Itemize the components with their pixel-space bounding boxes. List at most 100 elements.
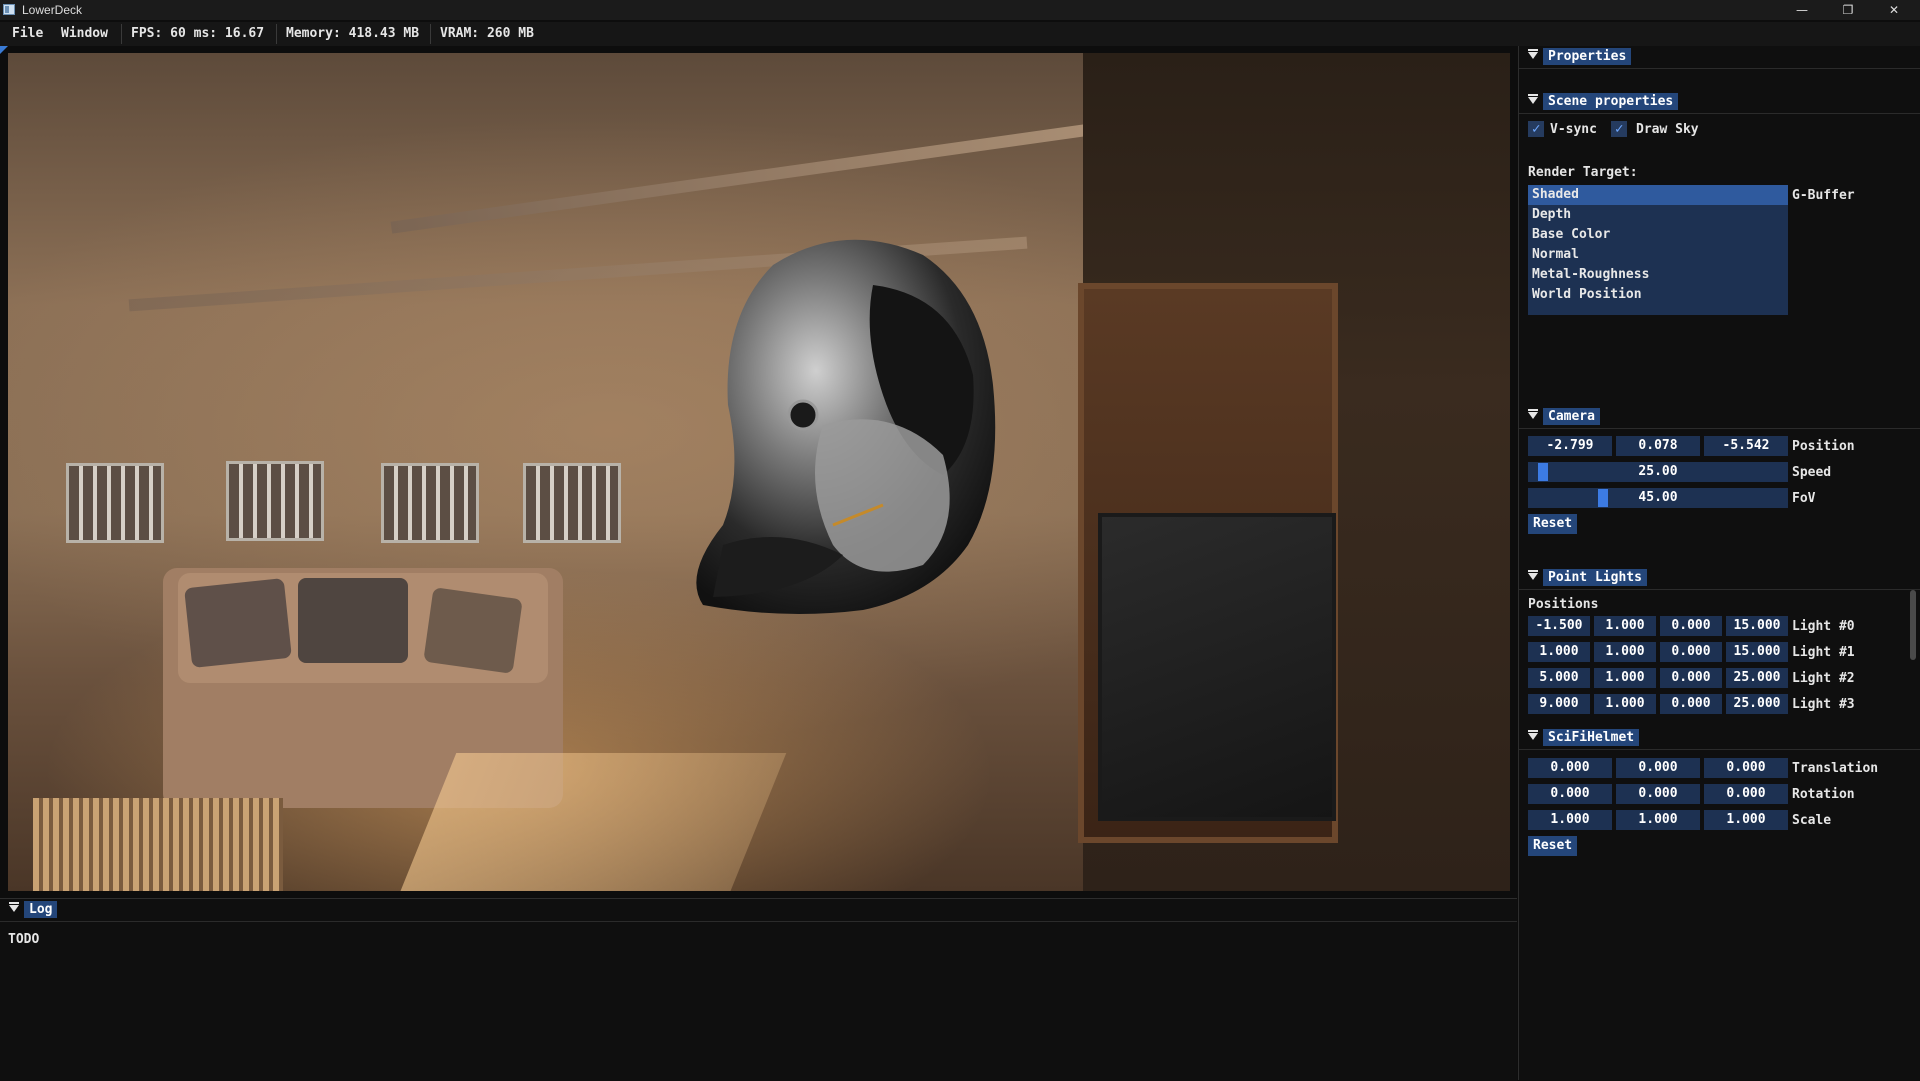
light-3-intensity[interactable]: 25.000 [1726,694,1788,714]
rotation-z[interactable]: 0.000 [1704,784,1788,804]
camera-header[interactable]: Camera [1519,406,1920,429]
menu-file[interactable]: File [12,26,43,41]
collapse-arrow-icon[interactable] [1528,730,1538,740]
helmet-reset-button[interactable]: Reset [1528,836,1578,856]
camera-title: Camera [1543,408,1600,425]
fov-label: FoV [1792,491,1816,506]
collapse-arrow-icon[interactable] [1528,49,1538,59]
camera-position-x[interactable]: -2.799 [1528,436,1612,456]
speed-slider[interactable]: 25.00 [1528,462,1788,482]
scifi-helmet-title: SciFiHelmet [1543,729,1640,746]
slider-handle[interactable] [1598,489,1608,507]
fov-value: 45.00 [1638,490,1678,505]
point-lights-header[interactable]: Point Lights [1519,567,1920,590]
light-1-intensity[interactable]: 15.000 [1726,642,1788,662]
light-2-x[interactable]: 5.000 [1528,668,1590,688]
rotation-label: Rotation [1792,787,1855,802]
translation-y[interactable]: 0.000 [1616,758,1700,778]
camera-reset-button[interactable]: Reset [1528,514,1578,534]
menu-bar: File Window FPS: 60 ms: 16.67 Memory: 41… [0,22,1920,46]
pillow [184,577,292,669]
light-3-x[interactable]: 9.000 [1528,694,1590,714]
rotation-x[interactable]: 0.000 [1528,784,1612,804]
translation-x[interactable]: 0.000 [1528,758,1612,778]
television [1098,513,1336,821]
translation-z[interactable]: 0.000 [1704,758,1788,778]
light-2-intensity[interactable]: 25.000 [1726,668,1788,688]
collapse-arrow-icon[interactable] [1528,409,1538,419]
right-panel: Properties Scene properties ✓ V-sync ✓ D… [1518,46,1920,1080]
log-title: Log [24,901,58,918]
scifi-helmet-model [696,239,996,614]
collapse-arrow-icon[interactable] [1528,570,1538,580]
camera-position-y[interactable]: 0.078 [1616,436,1700,456]
light-1-z[interactable]: 0.000 [1660,642,1722,662]
light-2-z[interactable]: 0.000 [1660,668,1722,688]
scale-label: Scale [1792,813,1832,828]
minimize-icon[interactable]: — [1780,0,1824,20]
coffee-table [33,798,283,891]
scale-y[interactable]: 1.000 [1616,810,1700,830]
light-2-y[interactable]: 1.000 [1594,668,1656,688]
translation-label: Translation [1792,761,1879,776]
window-titlebar: LowerDeck — ❐ ✕ [0,0,1920,20]
checkmark-icon: ✓ [1532,121,1541,137]
scifi-helmet-header[interactable]: SciFiHelmet [1519,727,1920,750]
memory-readout: Memory: 418.43 MB [286,26,420,41]
render-target-list[interactable]: Shaded Depth Base Color Normal Metal-Rou… [1528,185,1788,315]
scale-x[interactable]: 1.000 [1528,810,1612,830]
positions-label: Positions [1528,597,1599,612]
scene-viewport[interactable] [8,53,1510,891]
draw-sky-label: Draw Sky [1636,122,1699,137]
app-window-icon [3,4,15,15]
light-1-x[interactable]: 1.000 [1528,642,1590,662]
speed-label: Speed [1792,465,1832,480]
list-item[interactable]: Shaded [1528,185,1788,205]
pillow [423,587,523,674]
properties-title: Properties [1543,48,1632,65]
vsync-checkbox[interactable]: ✓ [1528,121,1544,137]
log-header[interactable]: Log [0,899,1517,922]
close-icon[interactable]: ✕ [1872,0,1916,20]
light-0-x[interactable]: -1.500 [1528,616,1590,636]
sunlight-patch [399,753,787,891]
list-item[interactable]: World Position [1528,285,1788,305]
point-lights-title: Point Lights [1543,569,1647,586]
wall-picture [226,461,324,541]
light-0-y[interactable]: 1.000 [1594,616,1656,636]
wall-picture [66,463,164,543]
draw-sky-checkbox[interactable]: ✓ [1611,121,1627,137]
ceiling-beam [390,124,1086,234]
list-item[interactable]: Depth [1528,205,1788,225]
menu-separator [430,24,431,44]
light-1-y[interactable]: 1.000 [1594,642,1656,662]
menu-separator [276,24,277,44]
checkmark-icon: ✓ [1615,121,1624,137]
rotation-y[interactable]: 0.000 [1616,784,1700,804]
menu-separator [121,24,122,44]
light-3-y[interactable]: 1.000 [1594,694,1656,714]
list-item[interactable]: Normal [1528,245,1788,265]
point-lights-scrollbar[interactable] [1910,590,1916,660]
list-item[interactable]: Base Color [1528,225,1788,245]
light-0-z[interactable]: 0.000 [1660,616,1722,636]
pillow [298,578,408,663]
log-panel: Log TODO [0,898,1517,1081]
list-item[interactable]: Metal-Roughness [1528,265,1788,285]
window-title: LowerDeck [22,3,83,17]
light-3-label: Light #3 [1792,697,1855,712]
scale-z[interactable]: 1.000 [1704,810,1788,830]
restore-icon[interactable]: ❐ [1826,0,1870,20]
fov-slider[interactable]: 45.00 [1528,488,1788,508]
camera-position-z[interactable]: -5.542 [1704,436,1788,456]
vram-readout: VRAM: 260 MB [440,26,534,41]
menu-window[interactable]: Window [61,26,108,41]
properties-header[interactable]: Properties [1519,46,1920,69]
scene-properties-header[interactable]: Scene properties [1519,91,1920,114]
collapse-arrow-icon[interactable] [1528,94,1538,104]
slider-handle[interactable] [1538,463,1548,481]
light-3-z[interactable]: 0.000 [1660,694,1722,714]
light-2-label: Light #2 [1792,671,1855,686]
light-0-intensity[interactable]: 15.000 [1726,616,1788,636]
collapse-arrow-icon[interactable] [9,902,19,912]
